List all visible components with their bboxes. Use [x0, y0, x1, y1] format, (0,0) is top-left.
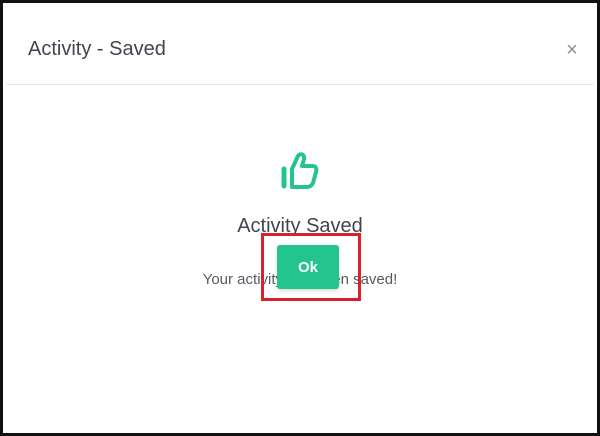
ok-button[interactable]: Ok [277, 245, 339, 289]
thumbs-up-icon [281, 152, 319, 189]
modal-header: Activity - Saved × [6, 6, 594, 85]
modal-title: Activity - Saved [28, 38, 166, 60]
activity-saved-dialog: Activity - Saved × Activity Saved Your a… [0, 0, 600, 436]
close-icon[interactable]: × [562, 40, 582, 60]
